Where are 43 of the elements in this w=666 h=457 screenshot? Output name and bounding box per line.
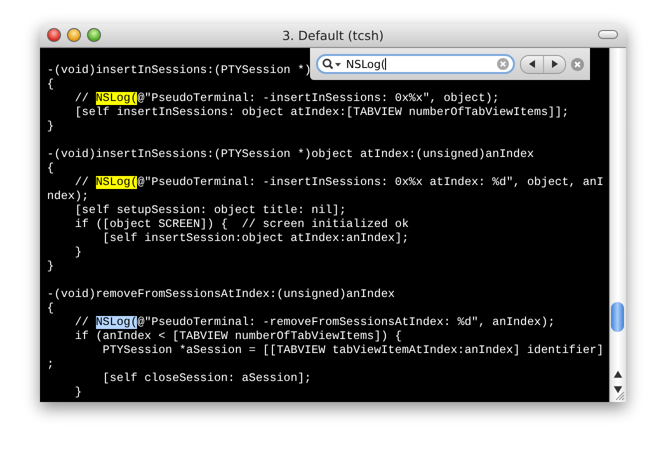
next-button[interactable] [543, 56, 565, 72]
search-match: NSLog( [96, 92, 138, 105]
code-text: @"PseudoTerminal: -removeFromSessionsAtIndex: %d", anIndex); [137, 316, 555, 329]
left-triangle-icon [527, 59, 537, 69]
search-match: NSLog( [96, 316, 138, 329]
toolbar-toggle-button[interactable] [598, 30, 618, 39]
code-line: if (anIndex < [TABVIEW numberOfTabViewItems]) { [74, 330, 402, 343]
code-line: ; [47, 358, 54, 371]
close-button[interactable] [47, 28, 61, 42]
search-field[interactable]: NSLog( [316, 54, 515, 74]
code-line: ndex); [47, 190, 89, 203]
resize-grip-icon[interactable] [613, 389, 625, 401]
code-line: { [47, 302, 54, 315]
code-line: if ([object SCREEN]) { // screen initialized ok [74, 218, 409, 231]
code-line: [self closeSession: aSession]; [102, 372, 312, 385]
code-text: // [74, 316, 90, 329]
close-icon[interactable] [571, 58, 584, 70]
scroll-thumb[interactable] [611, 302, 624, 332]
code-text: // [74, 176, 90, 189]
code-line: -(void)removeFromSessionsAtIndex:(unsigned)anIndex [47, 288, 395, 301]
search-match: NSLog( [96, 176, 138, 189]
code-line: [self setupSession: object title: nil]; [74, 204, 346, 217]
code-line: { [47, 162, 54, 175]
code-line: PTYSession *aSession = [[TABVIEW tabViewItemAtIndex:anIndex] identifier] [102, 344, 604, 357]
code-line: -(void)insertInSessions:(PTYSession *)object atIndex:(unsigned)anIndex [47, 148, 534, 161]
window-title: 3. Default (tcsh) [282, 28, 384, 43]
code-text: // [74, 92, 90, 105]
previous-button[interactable] [521, 56, 543, 72]
code-line: } [74, 386, 82, 399]
zoom-button[interactable] [87, 28, 101, 42]
minimize-button[interactable] [67, 28, 81, 42]
code-text: @"PseudoTerminal: -insertInSessions: 0x%x atIndex: %d", object, anI [137, 176, 604, 189]
scrollbar[interactable] [609, 48, 626, 402]
code-line: [self insertInSessions: object atIndex:[TABVIEW numberOfTabViewItems]]; [74, 106, 569, 119]
right-triangle-icon [550, 59, 560, 69]
code-line: [self insertSession:object atIndex:anIndex]; [102, 232, 409, 245]
code-text: @"PseudoTerminal: -insertInSessions: 0x%x", object); [137, 92, 500, 105]
code-line: } [47, 260, 54, 273]
search-icon[interactable] [322, 58, 342, 70]
code-line: } [47, 120, 54, 133]
code-line: { [47, 78, 54, 91]
code-line: } [74, 246, 82, 259]
code-line: -(void)insertInSessions:(PTYSession *) [47, 64, 312, 77]
